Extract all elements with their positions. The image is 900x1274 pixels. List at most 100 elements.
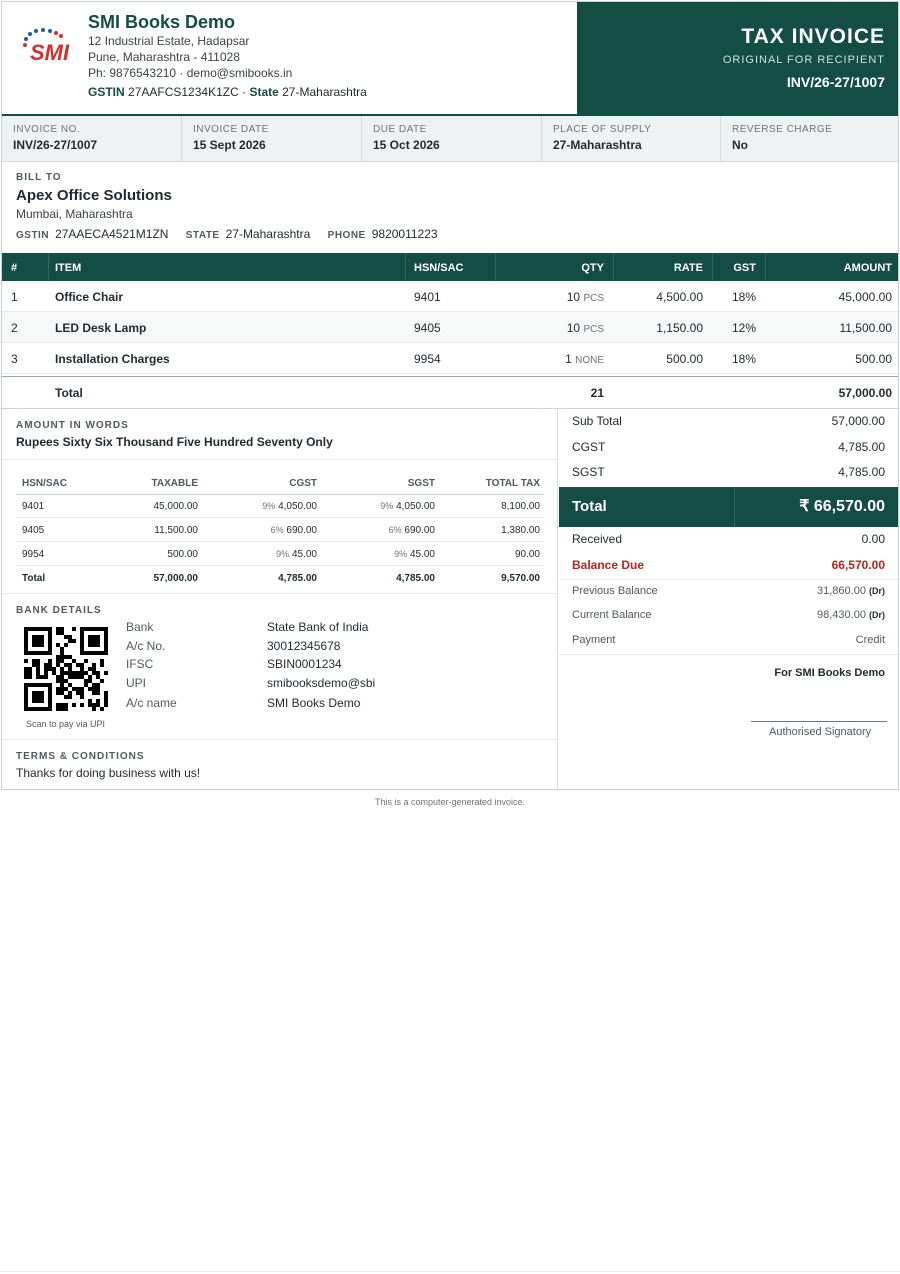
for-company: For SMI Books Demo bbox=[774, 667, 885, 679]
bank-account-name: SMI Books Demo bbox=[267, 696, 361, 710]
hsn-cgst-amount: 690.00 bbox=[286, 525, 317, 536]
bank-ifsc: SBIN0001234 bbox=[267, 657, 342, 671]
meta-label: REVERSE CHARGE bbox=[732, 124, 833, 135]
customer-phone: 9820011223 bbox=[371, 227, 438, 241]
hsn-taxable: 500.00 bbox=[167, 549, 198, 560]
row-gst: 18% bbox=[731, 290, 756, 304]
amount-in-words-label: AMOUNT IN WORDS bbox=[16, 420, 129, 431]
qty-value: 10 bbox=[566, 290, 581, 304]
row-item: LED Desk Lamp bbox=[55, 321, 147, 335]
col-header-gst: GST bbox=[733, 262, 756, 274]
hsn-header-row: HSN/SAC TAXABLE CGST SGST TOTAL TAX bbox=[16, 472, 544, 495]
current-balance-label: Current Balance bbox=[572, 609, 652, 621]
table-row: 3 Installation Charges 9954 1 NONE 500.0… bbox=[2, 343, 898, 374]
balance-due-value: 66,570.00 bbox=[831, 558, 885, 572]
subtotal-value: 57,000.00 bbox=[831, 414, 885, 428]
col-header-num: # bbox=[11, 262, 18, 274]
divider bbox=[2, 459, 558, 460]
row-hsn: 9954 bbox=[414, 352, 441, 366]
invoice-document: SMI SMI Books Demo 12 Industrial Estate,… bbox=[1, 1, 899, 791]
hsn-cgst: 9% 4,050.00 bbox=[262, 501, 317, 512]
hsn-cgst: 9% 45.00 bbox=[276, 549, 317, 560]
bank-upi: smibooksdemo@sbi bbox=[267, 676, 376, 690]
amount-in-words: Rupees Sixty Six Thousand Five Hundred S… bbox=[16, 435, 333, 449]
qr-caption: Scan to pay via UPI bbox=[26, 719, 106, 729]
payment-value: Credit bbox=[855, 634, 885, 646]
meta-reverse-charge: REVERSE CHARGE No bbox=[721, 116, 898, 161]
row-qty: 1 NONE bbox=[565, 352, 604, 366]
company-gstin-label: GSTIN bbox=[88, 85, 125, 99]
company-gstin-line: GSTIN 27AAFCS1234K1ZC · State 27-Maharas… bbox=[88, 85, 367, 99]
cgst-value: 4,785.00 bbox=[838, 440, 885, 454]
row-amount: 45,000.00 bbox=[838, 290, 892, 304]
customer-phone-label: PHONE bbox=[327, 230, 366, 241]
hsn-sgst: 6% 690.00 bbox=[389, 525, 435, 536]
hsn-total-sgst: 4,785.00 bbox=[396, 573, 435, 584]
hsn-total-tax: 1,380.00 bbox=[501, 525, 540, 536]
meta-label: PLACE OF SUPPLY bbox=[553, 124, 652, 135]
items-total-label: Total bbox=[55, 386, 83, 400]
bank-key: Bank bbox=[126, 620, 154, 634]
items-total-qty: 21 bbox=[590, 386, 604, 400]
hsn-code: 9954 bbox=[22, 549, 45, 560]
signature-line bbox=[751, 721, 887, 722]
meta-invoice-no: INVOICE NO. INV/26-27/1007 bbox=[2, 116, 182, 161]
company-gstin: 27AAFCS1234K1ZC bbox=[128, 85, 239, 99]
bank-details-label: BANK DETAILS bbox=[16, 605, 102, 616]
hsn-row: 9405 11,500.00 6% 690.00 6% 690.00 1,380… bbox=[16, 519, 544, 542]
previous-balance-label: Previous Balance bbox=[572, 585, 658, 597]
received-label: Received bbox=[572, 532, 623, 546]
qty-value: 1 bbox=[565, 352, 572, 366]
meta-label: INVOICE DATE bbox=[193, 124, 269, 135]
previous-balance-value: 31,860.00 (Dr) bbox=[817, 585, 885, 597]
bill-to-label: BILL TO bbox=[16, 172, 62, 183]
bank-key: A/c No. bbox=[126, 639, 166, 653]
meta-value: 15 Sept 2026 bbox=[193, 138, 266, 152]
table-row: 1 Office Chair 9401 10 PCS 4,500.00 18% … bbox=[2, 281, 898, 312]
current-balance-value: 98,430.00 (Dr) bbox=[817, 609, 885, 621]
hsn-sgst: 9% 45.00 bbox=[394, 549, 435, 560]
received-value: 0.00 bbox=[861, 532, 885, 546]
row-num: 3 bbox=[11, 352, 18, 366]
divider bbox=[2, 739, 558, 740]
terms-label: TERMS & CONDITIONS bbox=[16, 751, 145, 762]
hsn-col-hsn: HSN/SAC bbox=[22, 478, 68, 489]
doc-title-block: TAX INVOICE ORIGINAL FOR RECIPIENT INV/2… bbox=[577, 2, 898, 114]
meta-label: INVOICE NO. bbox=[13, 124, 81, 135]
items-total-amount: 57,000.00 bbox=[838, 386, 892, 400]
hsn-col-cgst: CGST bbox=[289, 478, 317, 489]
payment-label: Payment bbox=[572, 634, 616, 646]
meta-invoice-date: INVOICE DATE 15 Sept 2026 bbox=[182, 116, 362, 161]
meta-value: 27-Maharashtra bbox=[553, 138, 642, 152]
sgst-value: 4,785.00 bbox=[838, 465, 885, 479]
hsn-taxable: 11,500.00 bbox=[154, 525, 198, 536]
hsn-col-total: TOTAL TAX bbox=[485, 478, 540, 489]
company-name: SMI Books Demo bbox=[88, 12, 236, 32]
upi-qr-code bbox=[24, 627, 108, 711]
hsn-total-cgst: 4,785.00 bbox=[278, 573, 317, 584]
terms-text: Thanks for doing business with us! bbox=[16, 766, 201, 780]
hsn-sgst-amount: 4,050.00 bbox=[396, 501, 435, 512]
hsn-total-tax: 90.00 bbox=[514, 549, 540, 560]
customer-gstin-label: GSTIN bbox=[16, 230, 50, 241]
items-table-header: # ITEM HSN/SAC QTY RATE GST AMOUNT bbox=[2, 253, 898, 281]
customer-state-label: STATE bbox=[185, 230, 220, 241]
authorised-signatory: Authorised Signatory bbox=[769, 726, 872, 738]
bank-account-no: 30012345678 bbox=[267, 639, 341, 653]
row-rate: 1,150.00 bbox=[656, 321, 703, 335]
bank-key: A/c name bbox=[126, 696, 177, 710]
sgst-label: SGST bbox=[572, 465, 605, 479]
row-item: Installation Charges bbox=[55, 352, 170, 366]
col-header-rate: RATE bbox=[673, 262, 703, 274]
doc-subtitle: ORIGINAL FOR RECIPIENT bbox=[722, 54, 885, 66]
current-balance-amount: 98,430.00 bbox=[817, 609, 866, 621]
hsn-total-tax: 8,100.00 bbox=[501, 501, 540, 512]
bank-key: IFSC bbox=[126, 657, 154, 671]
doc-number: INV/26-27/1007 bbox=[786, 74, 885, 90]
meta-value: No bbox=[732, 138, 748, 152]
company-address-line2: Pune, Maharashtra - 411028 bbox=[88, 50, 240, 64]
row-hsn: 9401 bbox=[414, 290, 441, 304]
hsn-sgst-pct: 9% bbox=[394, 549, 408, 559]
hsn-sgst-pct: 6% bbox=[388, 525, 402, 535]
qty-unit: NONE bbox=[575, 355, 604, 366]
